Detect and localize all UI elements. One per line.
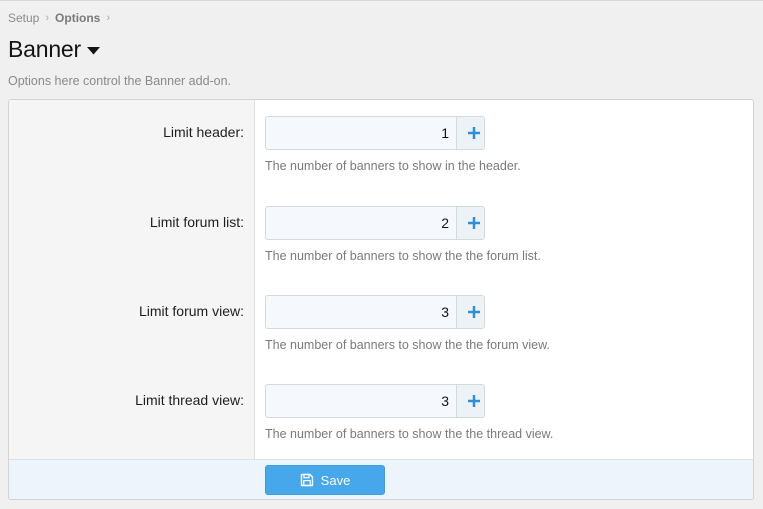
increment-button[interactable] (456, 207, 484, 239)
page-title: Banner (8, 36, 81, 62)
quantity-stepper (265, 295, 485, 329)
plus-icon (467, 395, 480, 407)
option-row-limit-forum-list: Limit forum list: The number of banners … (9, 190, 753, 270)
option-hint: The number of banners to show in the hea… (265, 159, 521, 173)
option-row-limit-thread-view: Limit thread view: The number of banners… (9, 368, 753, 448)
quantity-stepper (265, 384, 485, 418)
plus-icon (467, 217, 480, 229)
option-label: Limit header: (163, 124, 244, 140)
options-panel: Limit header: The number of banners to s… (8, 99, 754, 500)
app-frame: Setup › Options › Banner Options here co… (0, 0, 763, 509)
option-label: Limit forum list: (149, 214, 244, 230)
increment-button[interactable] (456, 385, 484, 417)
increment-button[interactable] (456, 117, 484, 149)
limit-forum-view-input[interactable] (266, 296, 456, 328)
breadcrumb-item-options[interactable]: Options (55, 11, 100, 25)
quantity-stepper (265, 206, 485, 240)
option-hint: The number of banners to show the the th… (265, 427, 554, 441)
limit-header-input[interactable] (266, 117, 456, 149)
limit-forum-list-input[interactable] (266, 207, 456, 239)
limit-thread-view-input[interactable] (266, 385, 456, 417)
option-label: Limit thread view: (135, 392, 244, 408)
breadcrumb-separator-icon: › (106, 12, 111, 24)
plus-icon (467, 306, 480, 318)
save-icon (300, 473, 314, 487)
option-hint: The number of banners to show the the fo… (265, 338, 550, 352)
save-button-label: Save (320, 472, 351, 488)
breadcrumb: Setup › Options › (8, 11, 116, 25)
option-row-limit-forum-view: Limit forum view: The number of banners … (9, 279, 753, 359)
increment-button[interactable] (456, 296, 484, 328)
breadcrumb-item-setup[interactable]: Setup (8, 11, 39, 25)
save-button[interactable]: Save (265, 465, 385, 495)
caret-down-icon[interactable] (86, 42, 100, 60)
quantity-stepper (265, 116, 485, 150)
option-hint: The number of banners to show the the fo… (265, 249, 541, 263)
page-description: Options here control the Banner add-on. (8, 74, 232, 88)
title-row: Banner (8, 36, 100, 63)
option-label: Limit forum view: (138, 303, 244, 319)
breadcrumb-separator-icon: › (45, 12, 50, 24)
plus-icon (467, 127, 480, 139)
form-footer: Save (9, 459, 753, 499)
option-row-limit-header: Limit header: The number of banners to s… (9, 100, 753, 180)
